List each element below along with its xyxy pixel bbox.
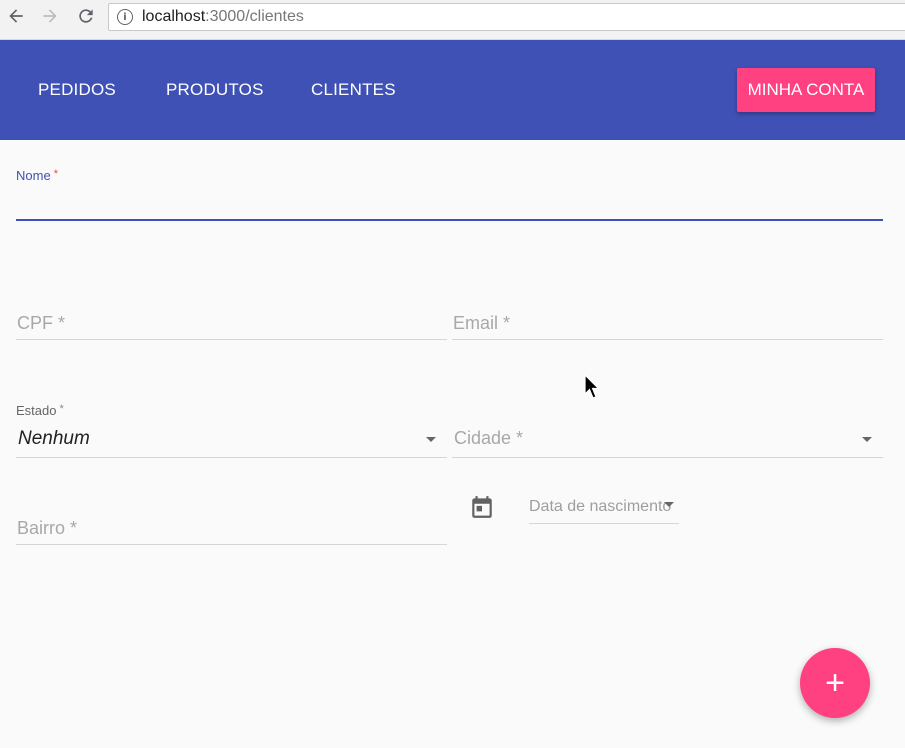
- estado-label-text: Estado: [16, 403, 57, 418]
- email-underline: [452, 339, 883, 340]
- estado-value: Nenhum: [18, 428, 90, 449]
- cpf-placeholder: CPF *: [17, 313, 66, 333]
- nav-clientes[interactable]: CLIENTES: [311, 80, 396, 100]
- cidade-select[interactable]: Cidade *: [452, 422, 883, 457]
- nav-produtos[interactable]: PRODUTOS: [166, 80, 264, 100]
- estado-required-mark: *: [59, 403, 64, 415]
- nome-label-text: Nome: [16, 168, 51, 183]
- nome-label: Nome *: [16, 168, 58, 183]
- data-nascimento-placeholder: Data de nascimento: [529, 498, 672, 515]
- address-bar[interactable]: i localhost:3000/clientes: [108, 3, 905, 31]
- cidade-underline: [452, 457, 883, 458]
- chevron-down-icon: [664, 502, 674, 507]
- email-placeholder: Email *: [453, 313, 511, 333]
- nome-input[interactable]: [16, 185, 883, 220]
- bairro-placeholder: Bairro *: [17, 518, 78, 538]
- nome-required-mark: *: [53, 168, 58, 180]
- minha-conta-button[interactable]: MINHA CONTA: [737, 68, 875, 112]
- data-nascimento-input[interactable]: Data de nascimento: [529, 490, 679, 523]
- app-bar: PEDIDOS PRODUTOS CLIENTES MINHA CONTA: [0, 40, 905, 140]
- plus-icon: +: [825, 663, 845, 702]
- email-input[interactable]: Email *: [452, 305, 883, 339]
- estado-underline: [16, 457, 447, 458]
- browser-toolbar: i localhost:3000/clientes: [0, 0, 905, 40]
- bairro-input[interactable]: Bairro *: [16, 510, 447, 544]
- estado-select[interactable]: Nenhum: [16, 422, 447, 457]
- cpf-underline: [16, 339, 447, 340]
- chevron-down-icon: [862, 437, 872, 442]
- chevron-down-icon: [426, 437, 436, 442]
- url-path: :3000/clientes: [205, 8, 304, 25]
- add-button[interactable]: +: [800, 648, 870, 718]
- calendar-icon[interactable]: [469, 494, 495, 520]
- back-arrow-icon[interactable]: [5, 5, 27, 27]
- cidade-placeholder: Cidade *: [454, 428, 524, 448]
- nav-pedidos[interactable]: PEDIDOS: [38, 80, 116, 100]
- url-host: localhost: [142, 8, 206, 25]
- mouse-pointer-icon: [584, 374, 600, 399]
- info-icon[interactable]: i: [117, 9, 133, 25]
- forward-arrow-icon[interactable]: [39, 5, 61, 27]
- cpf-input[interactable]: CPF *: [16, 305, 447, 339]
- estado-label: Estado *: [16, 403, 64, 418]
- data-nascimento-underline: [529, 523, 679, 524]
- reload-icon[interactable]: [75, 5, 97, 27]
- bairro-underline: [16, 544, 447, 545]
- nome-underline: [16, 219, 883, 221]
